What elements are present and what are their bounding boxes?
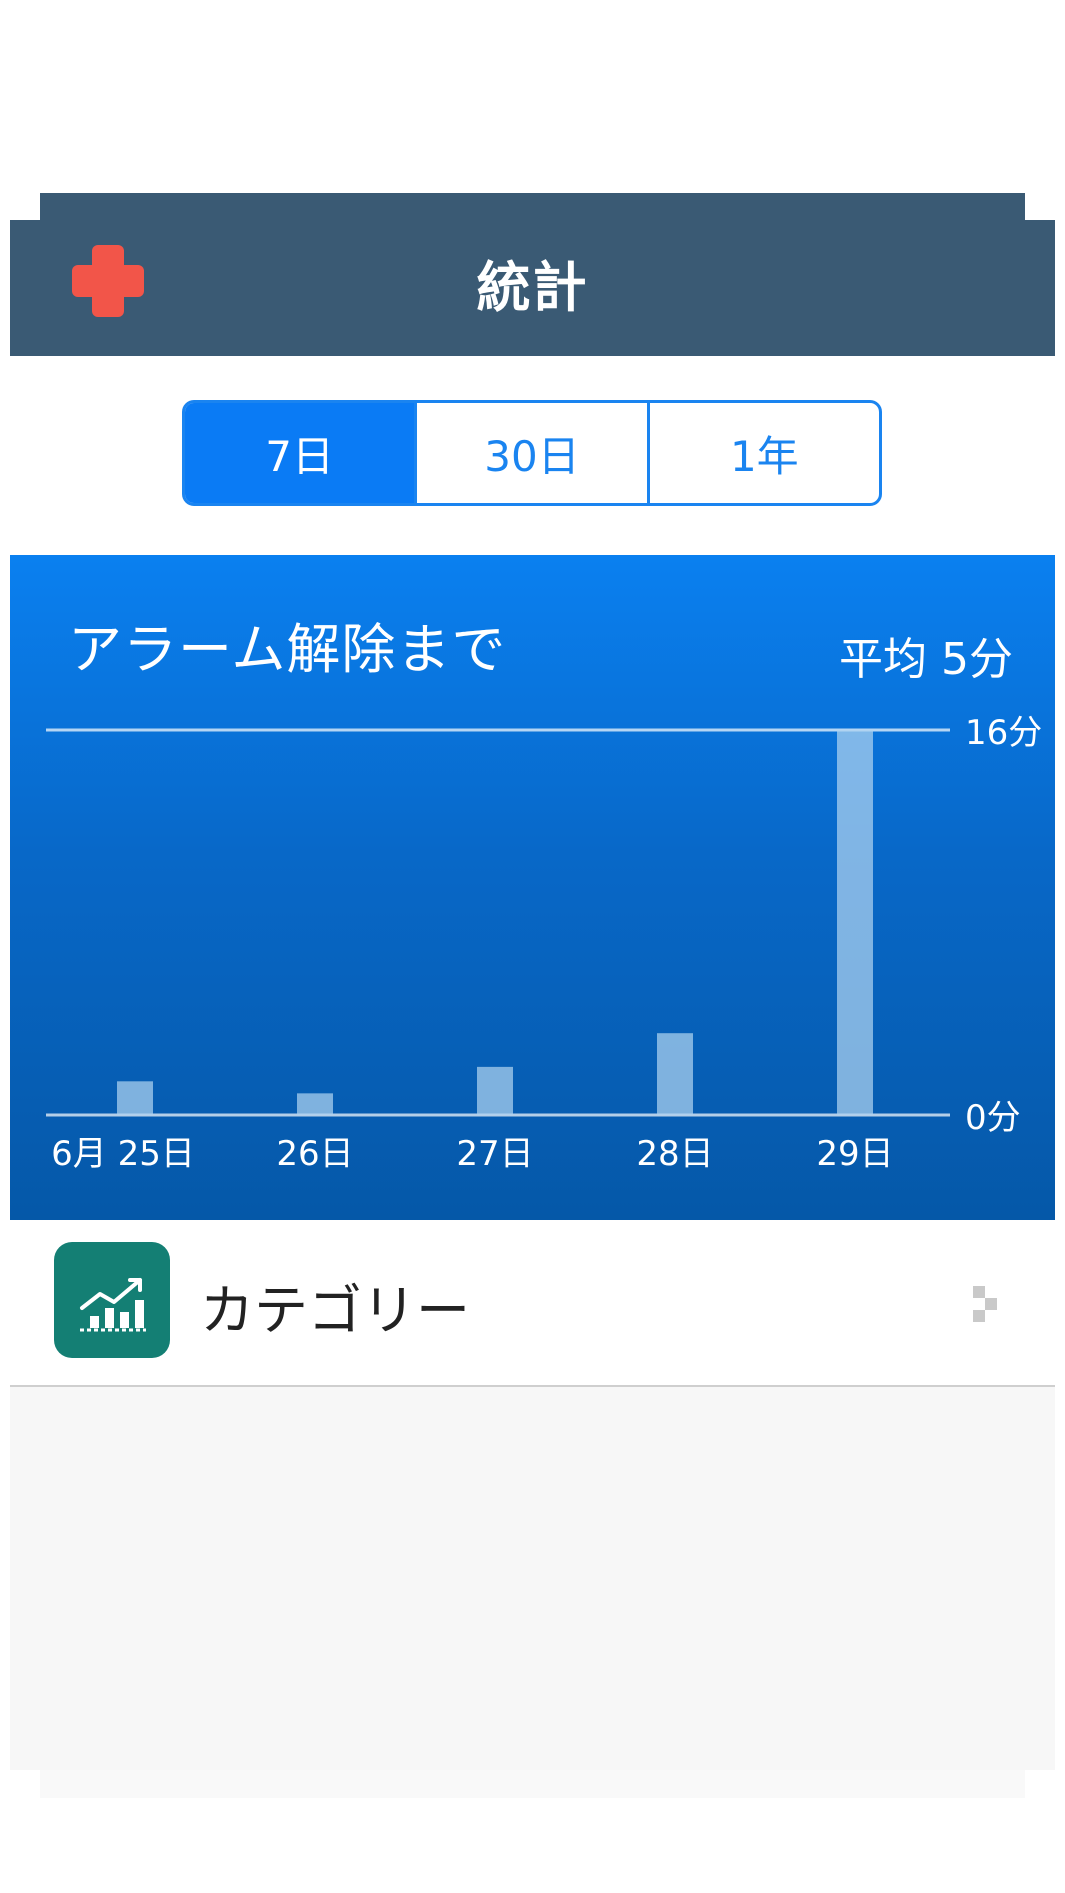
empty-content-area <box>10 1387 1055 1770</box>
app-screen: 統計 7日 30日 1年 16分 0分 6月 25日 26日 27日 28日 29日 アラー… <box>10 220 1055 1770</box>
bar-1 <box>117 1081 153 1115</box>
bar-3 <box>477 1066 513 1115</box>
navigation-bar: 統計 <box>10 220 1055 356</box>
bar-4 <box>657 1033 693 1115</box>
chart-average: 平均 5分 <box>839 634 1013 685</box>
alarm-chart-card: 16分 0分 6月 25日 26日 27日 28日 29日 アラーム解除まで 平均 5分 <box>10 555 1055 1220</box>
x-axis-label-2: 26日 <box>276 1134 353 1174</box>
chart-title: アラーム解除まで <box>68 618 507 681</box>
category-list-item[interactable]: カテゴリー <box>10 1220 1055 1387</box>
bar-5 <box>837 730 873 1115</box>
x-axis-label-1: 6月 25日 <box>51 1134 195 1174</box>
tab-30-days[interactable]: 30日 <box>414 403 646 503</box>
x-axis-label-4: 28日 <box>636 1134 713 1174</box>
tab-1-year[interactable]: 1年 <box>646 403 879 503</box>
period-segmented-control: 7日 30日 1年 <box>182 400 882 506</box>
y-axis-max-label: 16分 <box>965 713 1042 753</box>
chart-up-icon <box>54 1242 170 1358</box>
page-title: 統計 <box>476 256 589 319</box>
navbar-top-edge <box>40 193 1025 223</box>
category-label: カテゴリー <box>200 1279 470 1342</box>
x-axis-label-3: 27日 <box>456 1134 533 1174</box>
tab-7-days[interactable]: 7日 <box>185 403 415 503</box>
chevron-right-icon <box>973 1286 997 1322</box>
y-axis-min-label: 0分 <box>965 1098 1021 1138</box>
bar-2 <box>297 1093 333 1115</box>
x-axis-label-5: 29日 <box>816 1134 893 1174</box>
bottom-edge <box>40 1770 1025 1798</box>
